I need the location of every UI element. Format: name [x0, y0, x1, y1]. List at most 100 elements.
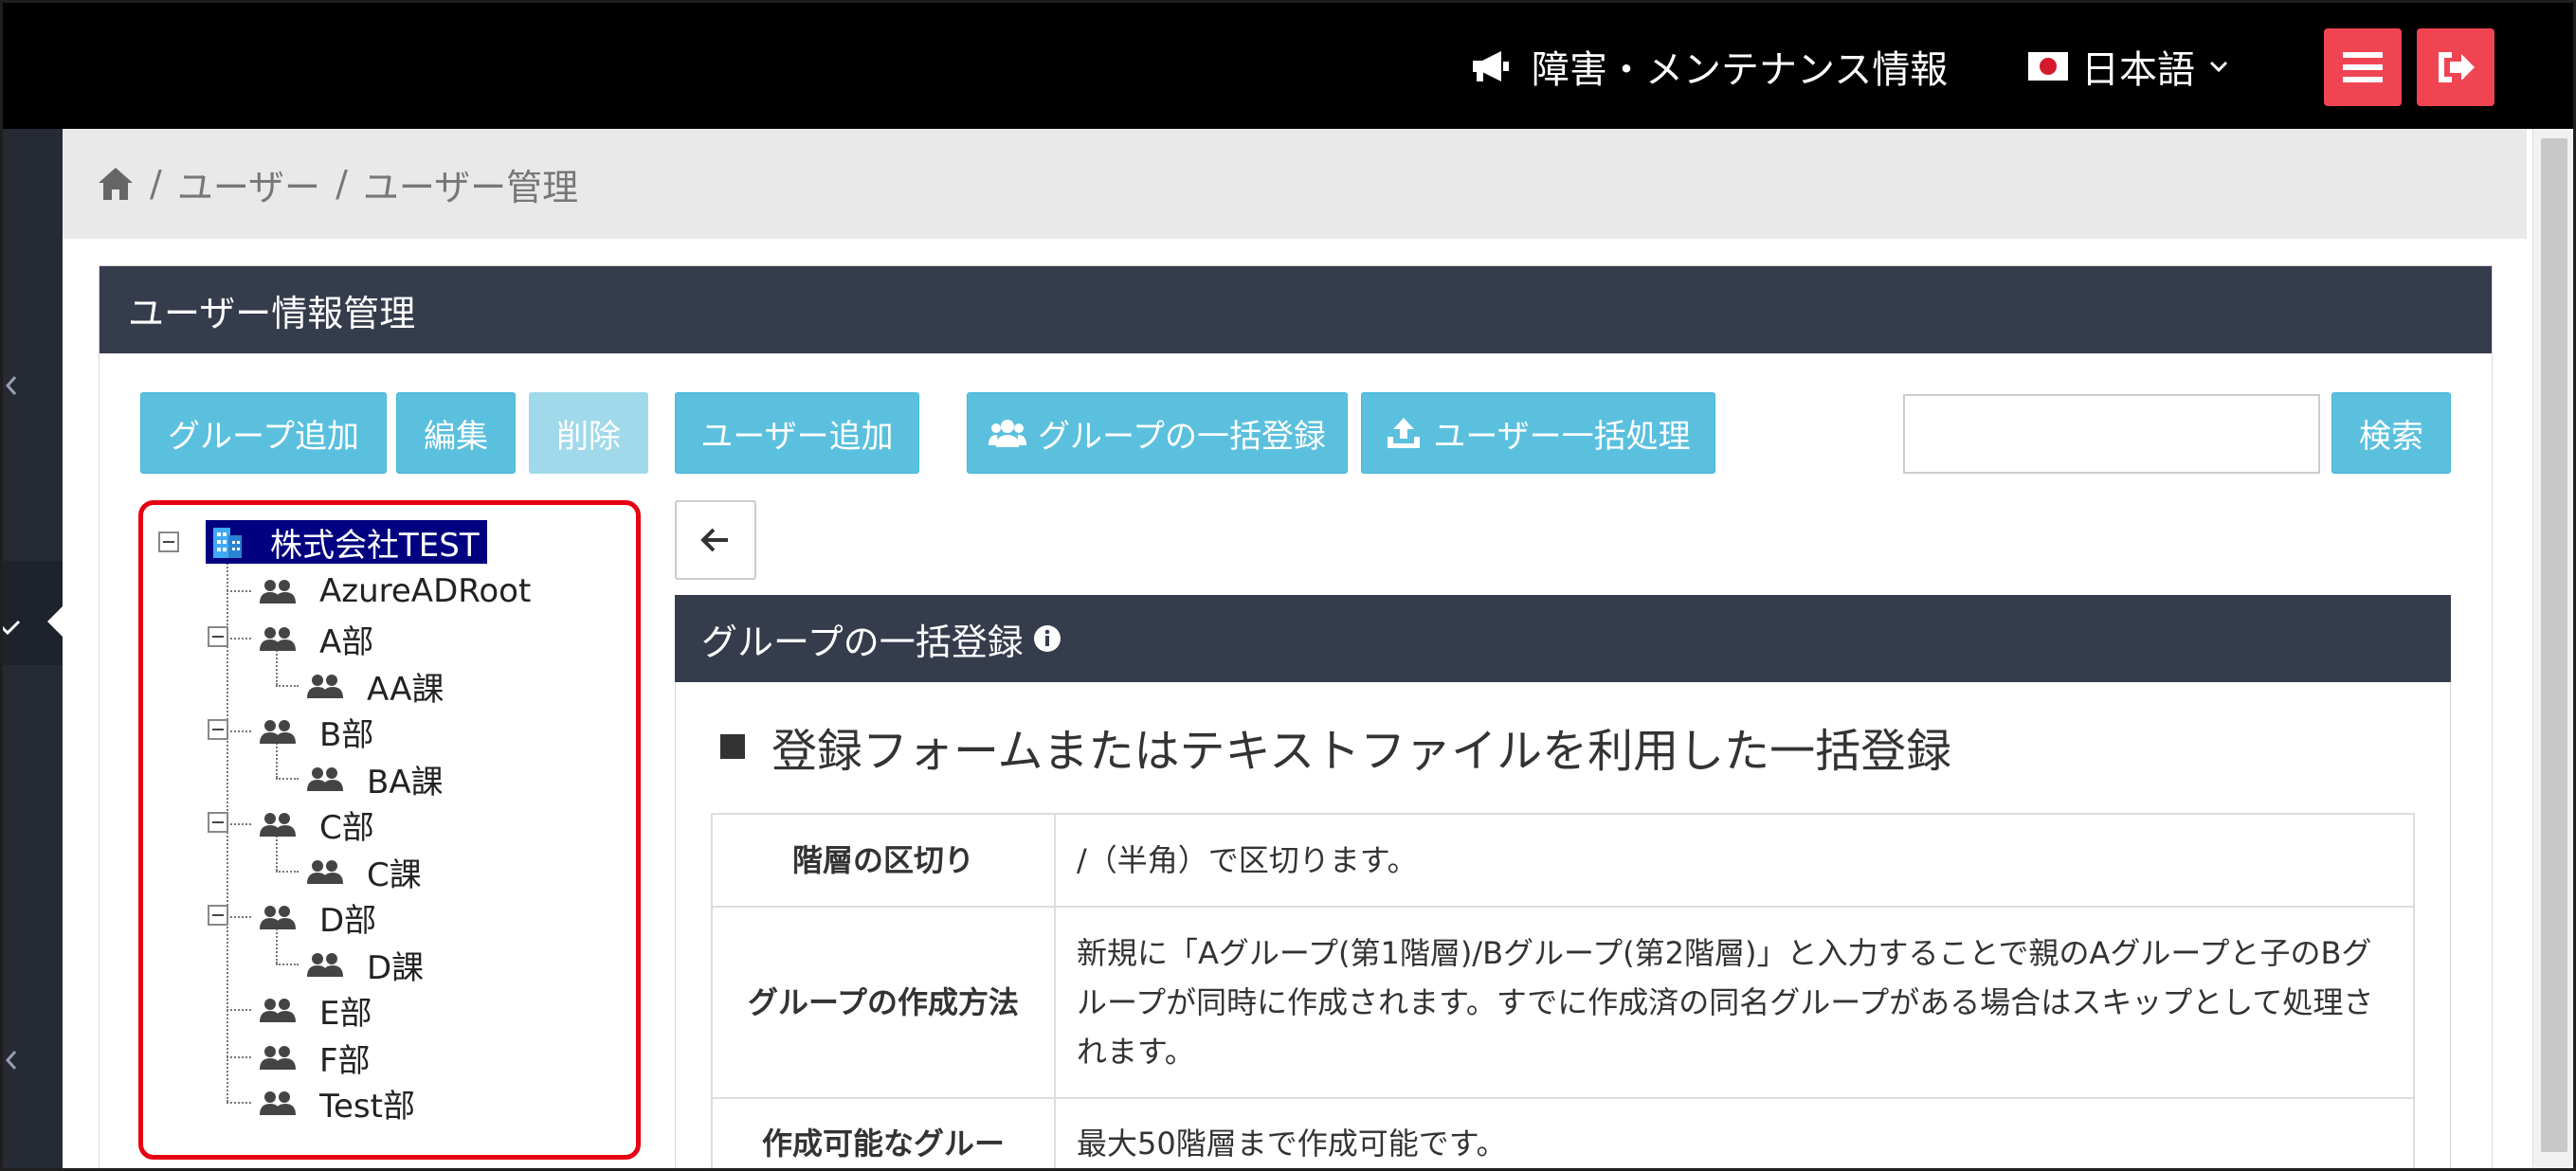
- menu-button[interactable]: [2324, 28, 2402, 106]
- page-scrollbar[interactable]: [2532, 129, 2576, 1171]
- table-row-value: 新規に「Aグループ(第1階層)/Bグループ(第2階層)」と入力することで親のAグ…: [1054, 906, 2415, 1099]
- breadcrumb-item-users[interactable]: ユーザー: [177, 158, 320, 210]
- tree-collapse-toggle[interactable]: [208, 812, 228, 833]
- section-title-text: 登録フォームまたはテキストファイルを利用した一括登録: [771, 725, 1952, 778]
- group-icon: [260, 627, 296, 651]
- tree-node-label: B部: [319, 715, 374, 754]
- search-input[interactable]: [1903, 394, 2320, 474]
- maintenance-notice-label: 障害・メンテナンス情報: [1532, 48, 1949, 92]
- info-icon[interactable]: [1033, 624, 1061, 653]
- table-row: 作成可能なグルー 最大50階層まで作成可能です。: [711, 1097, 2415, 1171]
- tree-collapse-toggle[interactable]: [208, 626, 228, 647]
- chevron-down-icon: [2209, 61, 2228, 73]
- tree-node-label: A部: [319, 622, 374, 661]
- bulk-register-title: グループの一括登録: [701, 621, 1024, 663]
- tree-node-label: F部: [319, 1041, 371, 1080]
- tree-collapse-toggle[interactable]: [208, 905, 228, 926]
- tree-collapse-toggle[interactable]: [208, 719, 228, 740]
- upload-icon: [1388, 418, 1421, 448]
- group-icon: [260, 1046, 296, 1070]
- tree-node-label: C課: [367, 856, 422, 894]
- tree-node-label: D課: [367, 948, 425, 987]
- breadcrumb-item-user-management: ユーザー管理: [362, 166, 579, 208]
- delete-button[interactable]: 削除: [529, 392, 648, 474]
- add-group-button[interactable]: グループ追加: [140, 392, 387, 474]
- add-user-button[interactable]: ユーザー追加: [675, 392, 919, 474]
- bulk-user-process-label: ユーザー一括処理: [1433, 417, 1691, 456]
- tree-node[interactable]: AzureADRoot: [259, 569, 531, 613]
- home-icon[interactable]: [97, 166, 135, 202]
- tree-node-label: 株式会社TEST: [270, 526, 480, 565]
- bulk-group-register-label: グループの一括登録: [1038, 417, 1326, 456]
- tree-node[interactable]: B部: [259, 710, 374, 754]
- group-icon: [260, 580, 296, 604]
- panel-title: ユーザー情報管理: [100, 266, 2492, 353]
- table-row: グループの作成方法 新規に「Aグループ(第1階層)/Bグループ(第2階層)」と入…: [711, 906, 2415, 1099]
- group-icon: [307, 767, 343, 791]
- group-icon: [260, 999, 296, 1022]
- back-button[interactable]: [675, 500, 756, 580]
- table-row-label: 階層の区切り: [711, 813, 1056, 908]
- tree-node[interactable]: A部: [259, 617, 374, 661]
- tree-node[interactable]: BA課: [306, 757, 444, 802]
- table-row-value: 最大50階層まで作成可能です。: [1054, 1097, 2415, 1171]
- info-table: 階層の区切り /（半角）で区切ります。 グループの作成方法 新規に「Aグループ(…: [711, 813, 2415, 1171]
- language-selector[interactable]: 日本語: [2028, 38, 2229, 95]
- group-tree-callout: 株式会社TEST AzureADRoot A部 AA課 B部 BA課 C部 C課…: [138, 500, 641, 1160]
- bulk-group-register-button[interactable]: グループの一括登録: [967, 392, 1348, 474]
- tree-node[interactable]: D部: [259, 895, 377, 940]
- group-tree: 株式会社TEST AzureADRoot A部 AA課 B部 BA課 C部 C課…: [143, 505, 636, 1155]
- breadcrumb-separator: /: [150, 163, 162, 205]
- group-icon: [260, 906, 296, 929]
- group-icon: [307, 860, 343, 884]
- check-icon: [0, 620, 21, 636]
- tree-node[interactable]: C部: [259, 802, 374, 847]
- group-icon: [307, 675, 343, 698]
- building-icon: [213, 528, 242, 558]
- sidebar-collapse-tab[interactable]: [47, 606, 63, 637]
- edit-button[interactable]: 編集: [396, 392, 516, 474]
- tree-node[interactable]: AA課: [306, 664, 444, 709]
- maintenance-notice-link[interactable]: 障害・メンテナンス情報: [1469, 38, 1948, 95]
- chevron-left-icon[interactable]: [2, 371, 21, 400]
- table-row-value: /（半角）で区切ります。: [1054, 813, 2415, 908]
- tree-node-label: BA課: [367, 763, 444, 802]
- group-icon: [307, 953, 343, 977]
- breadcrumb-separator: /: [336, 163, 348, 205]
- scrollbar-thumb[interactable]: [2541, 138, 2567, 1152]
- breadcrumb: / ユーザー / ユーザー管理: [97, 157, 578, 210]
- logout-icon: [2439, 52, 2475, 82]
- tree-collapse-toggle[interactable]: [158, 531, 179, 552]
- bulk-user-process-button[interactable]: ユーザー一括処理: [1361, 392, 1715, 474]
- tree-node-label: C部: [319, 808, 374, 847]
- search-button[interactable]: 検索: [2331, 392, 2451, 474]
- japan-flag-icon: [2028, 52, 2068, 81]
- logout-button[interactable]: [2417, 28, 2494, 106]
- table-row-label: グループの作成方法: [711, 906, 1056, 1099]
- arrow-left-icon: [700, 528, 728, 552]
- tree-node[interactable]: D課: [306, 943, 425, 987]
- tree-node[interactable]: F部: [259, 1036, 371, 1080]
- users-icon: [989, 420, 1027, 447]
- table-row: 階層の区切り /（半角）で区切ります。: [711, 813, 2415, 908]
- sidebar: [0, 129, 63, 1171]
- top-bar: 障害・メンテナンス情報 日本語: [0, 0, 2576, 129]
- tree-node-label: Test部: [319, 1087, 415, 1126]
- tree-node-label: D部: [319, 901, 377, 940]
- tree-node[interactable]: C課: [306, 850, 422, 894]
- megaphone-icon: [1473, 51, 1509, 81]
- tree-node[interactable]: E部: [259, 988, 372, 1033]
- tree-node[interactable]: Test部: [259, 1081, 415, 1126]
- breadcrumb-bar: / ユーザー / ユーザー管理: [63, 129, 2527, 239]
- chevron-left-icon[interactable]: [2, 1046, 21, 1074]
- tree-node-root[interactable]: 株式会社TEST: [206, 520, 487, 565]
- group-icon: [260, 720, 296, 744]
- tree-node-label: AA課: [367, 670, 444, 709]
- tree-node-label: E部: [319, 994, 372, 1033]
- section-title: 登録フォームまたはテキストファイルを利用した一括登録: [720, 716, 1952, 778]
- square-bullet-icon: [720, 734, 745, 759]
- tree-node-label: AzureADRoot: [319, 572, 532, 610]
- language-label: 日本語: [2081, 48, 2195, 92]
- group-icon: [260, 1091, 296, 1115]
- group-icon: [260, 813, 296, 837]
